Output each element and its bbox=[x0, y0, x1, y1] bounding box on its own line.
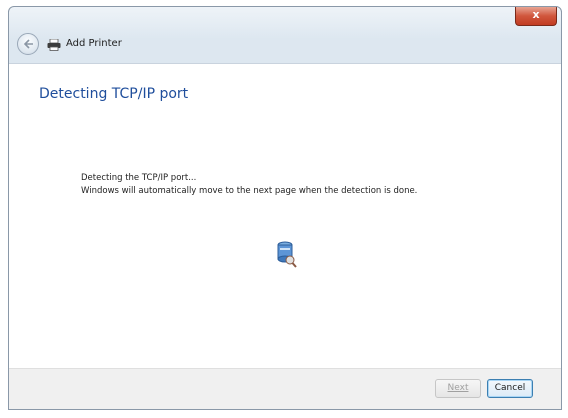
cancel-button-label: Cancel bbox=[494, 383, 526, 393]
back-button[interactable] bbox=[17, 33, 39, 55]
next-button-label: Next bbox=[447, 383, 469, 393]
wizard-footer: Next Cancel bbox=[9, 368, 561, 409]
add-printer-window: x Add Printer Detecting TCP/IP port Dete… bbox=[8, 6, 562, 410]
page-heading: Detecting TCP/IP port bbox=[39, 86, 189, 102]
close-icon: x bbox=[532, 8, 540, 21]
close-button[interactable]: x bbox=[515, 7, 557, 26]
title-bar: x bbox=[9, 7, 561, 29]
status-text: Detecting the TCP/IP port... Windows wil… bbox=[81, 172, 417, 198]
cancel-button[interactable]: Cancel bbox=[487, 379, 533, 398]
printer-icon bbox=[47, 39, 61, 51]
next-button[interactable]: Next bbox=[435, 379, 481, 398]
status-line-info: Windows will automatically move to the n… bbox=[81, 186, 418, 196]
nav-title: Add Printer bbox=[66, 38, 122, 49]
network-search-icon bbox=[277, 241, 297, 268]
back-arrow-icon bbox=[23, 39, 33, 49]
status-line-detecting: Detecting the TCP/IP port... bbox=[81, 173, 197, 183]
wizard-content: Detecting TCP/IP port Detecting the TCP/… bbox=[9, 63, 561, 368]
navigation-bar: Add Printer bbox=[9, 29, 561, 63]
